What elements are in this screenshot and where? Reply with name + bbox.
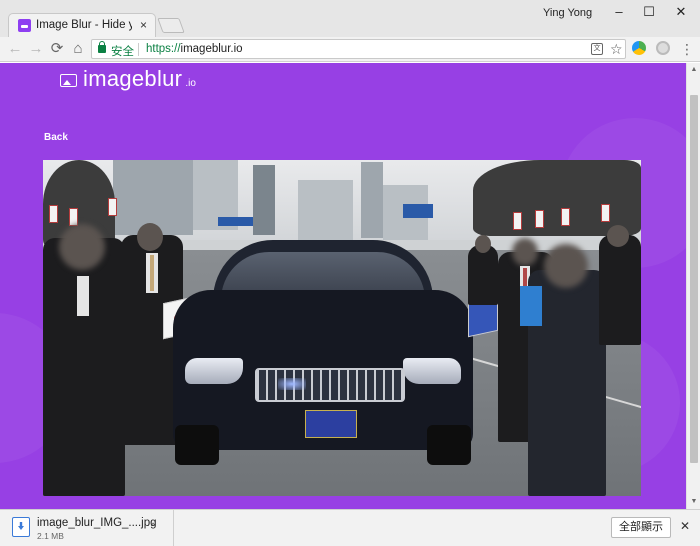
reload-icon[interactable]: ⟳ (47, 39, 67, 59)
banner (108, 198, 117, 216)
downloaded-file-icon (12, 517, 30, 537)
vertical-scrollbar[interactable]: ▲ ▼ (686, 63, 700, 509)
window-close-button[interactable]: ✕ (666, 2, 696, 22)
building (253, 165, 275, 235)
close-download-bar-icon[interactable]: ✕ (680, 519, 690, 533)
star-icon[interactable]: ☆ (610, 41, 623, 58)
tie (150, 255, 154, 291)
street-sign (403, 204, 433, 218)
browser-toolbar: ← → ⟳ ⌂ 安全 https://imageblur.io 文 ☆ ⋮ (0, 37, 700, 62)
url-text[interactable]: https://imageblur.io (146, 43, 243, 55)
forward-arrow-icon[interactable]: → (26, 39, 46, 59)
car-tire (427, 425, 471, 465)
tab-title: Image Blur - Hide your ... (36, 19, 132, 31)
back-link[interactable]: Back (44, 132, 68, 143)
person-security (599, 225, 641, 345)
street-sign (218, 217, 253, 226)
translate-icon[interactable]: 文 (591, 43, 603, 55)
car-emergency-light (278, 378, 306, 390)
face (607, 225, 629, 247)
scroll-down-arrow-icon[interactable]: ▼ (687, 495, 700, 509)
shirt (520, 286, 542, 326)
blurred-face (544, 244, 588, 288)
back-arrow-icon[interactable]: ← (5, 39, 25, 59)
menu-icon[interactable]: ⋮ (677, 39, 697, 59)
building (361, 162, 383, 238)
banner (513, 212, 522, 230)
face (137, 223, 163, 251)
person-security (468, 235, 498, 305)
download-bar: image_blur_IMG_....jpg 2.1 MB ^ 全部顯示 ✕ (0, 509, 700, 546)
tab-close-button[interactable]: × (140, 18, 147, 32)
profile-name[interactable]: Ying Yong (543, 7, 592, 19)
minimize-button[interactable]: – (604, 2, 634, 22)
new-tab-button[interactable] (157, 18, 185, 33)
banner (535, 210, 544, 228)
car-headlight (185, 358, 243, 384)
download-file-name: image_blur_IMG_....jpg (37, 517, 157, 529)
url-host: imageblur.io (180, 43, 243, 55)
limousine (173, 240, 473, 465)
car-plate (305, 410, 357, 438)
home-icon[interactable]: ⌂ (68, 39, 88, 59)
secure-label[interactable]: 安全 (111, 43, 134, 59)
banner (69, 208, 78, 226)
car-headlight (403, 358, 461, 384)
omnibox-divider (138, 43, 139, 56)
scroll-up-arrow-icon[interactable]: ▲ (687, 63, 700, 77)
maximize-button[interactable]: ☐ (634, 2, 664, 22)
show-all-downloads-button[interactable]: 全部顯示 (611, 517, 671, 538)
extension-icon-2[interactable] (656, 41, 670, 55)
logo-tld: .io (185, 78, 196, 89)
url-scheme: https:// (146, 43, 181, 55)
lock-icon (98, 41, 106, 53)
banner (561, 208, 570, 226)
download-item[interactable]: image_blur_IMG_....jpg 2.1 MB ^ (6, 510, 174, 546)
chevron-up-icon[interactable]: ^ (151, 521, 155, 531)
building (298, 180, 353, 240)
browser-tab-active[interactable]: Image Blur - Hide your ... × (8, 13, 156, 37)
image-logo-icon (60, 74, 77, 87)
car-tire (175, 425, 219, 465)
banner (49, 205, 58, 223)
face (475, 235, 491, 253)
download-file-size: 2.1 MB (37, 531, 64, 541)
person-blurred (520, 244, 606, 496)
scroll-thumb[interactable] (690, 95, 698, 463)
extension-icon[interactable] (632, 41, 646, 55)
address-bar[interactable]: 安全 https://imageblur.io 文 ☆ (91, 39, 626, 59)
person-blurred (43, 224, 125, 496)
site-logo[interactable]: imageblur .io (60, 66, 196, 92)
page-viewport: imageblur .io Back (0, 63, 686, 509)
blurred-face (512, 238, 538, 266)
title-bar: Image Blur - Hide your ... × Ying Yong –… (0, 0, 700, 37)
favicon-icon (18, 19, 31, 32)
blurred-photo (43, 160, 641, 496)
logo-text: imageblur (83, 66, 183, 91)
shirt (77, 276, 89, 316)
blurred-face (59, 224, 105, 270)
banner (601, 204, 610, 222)
